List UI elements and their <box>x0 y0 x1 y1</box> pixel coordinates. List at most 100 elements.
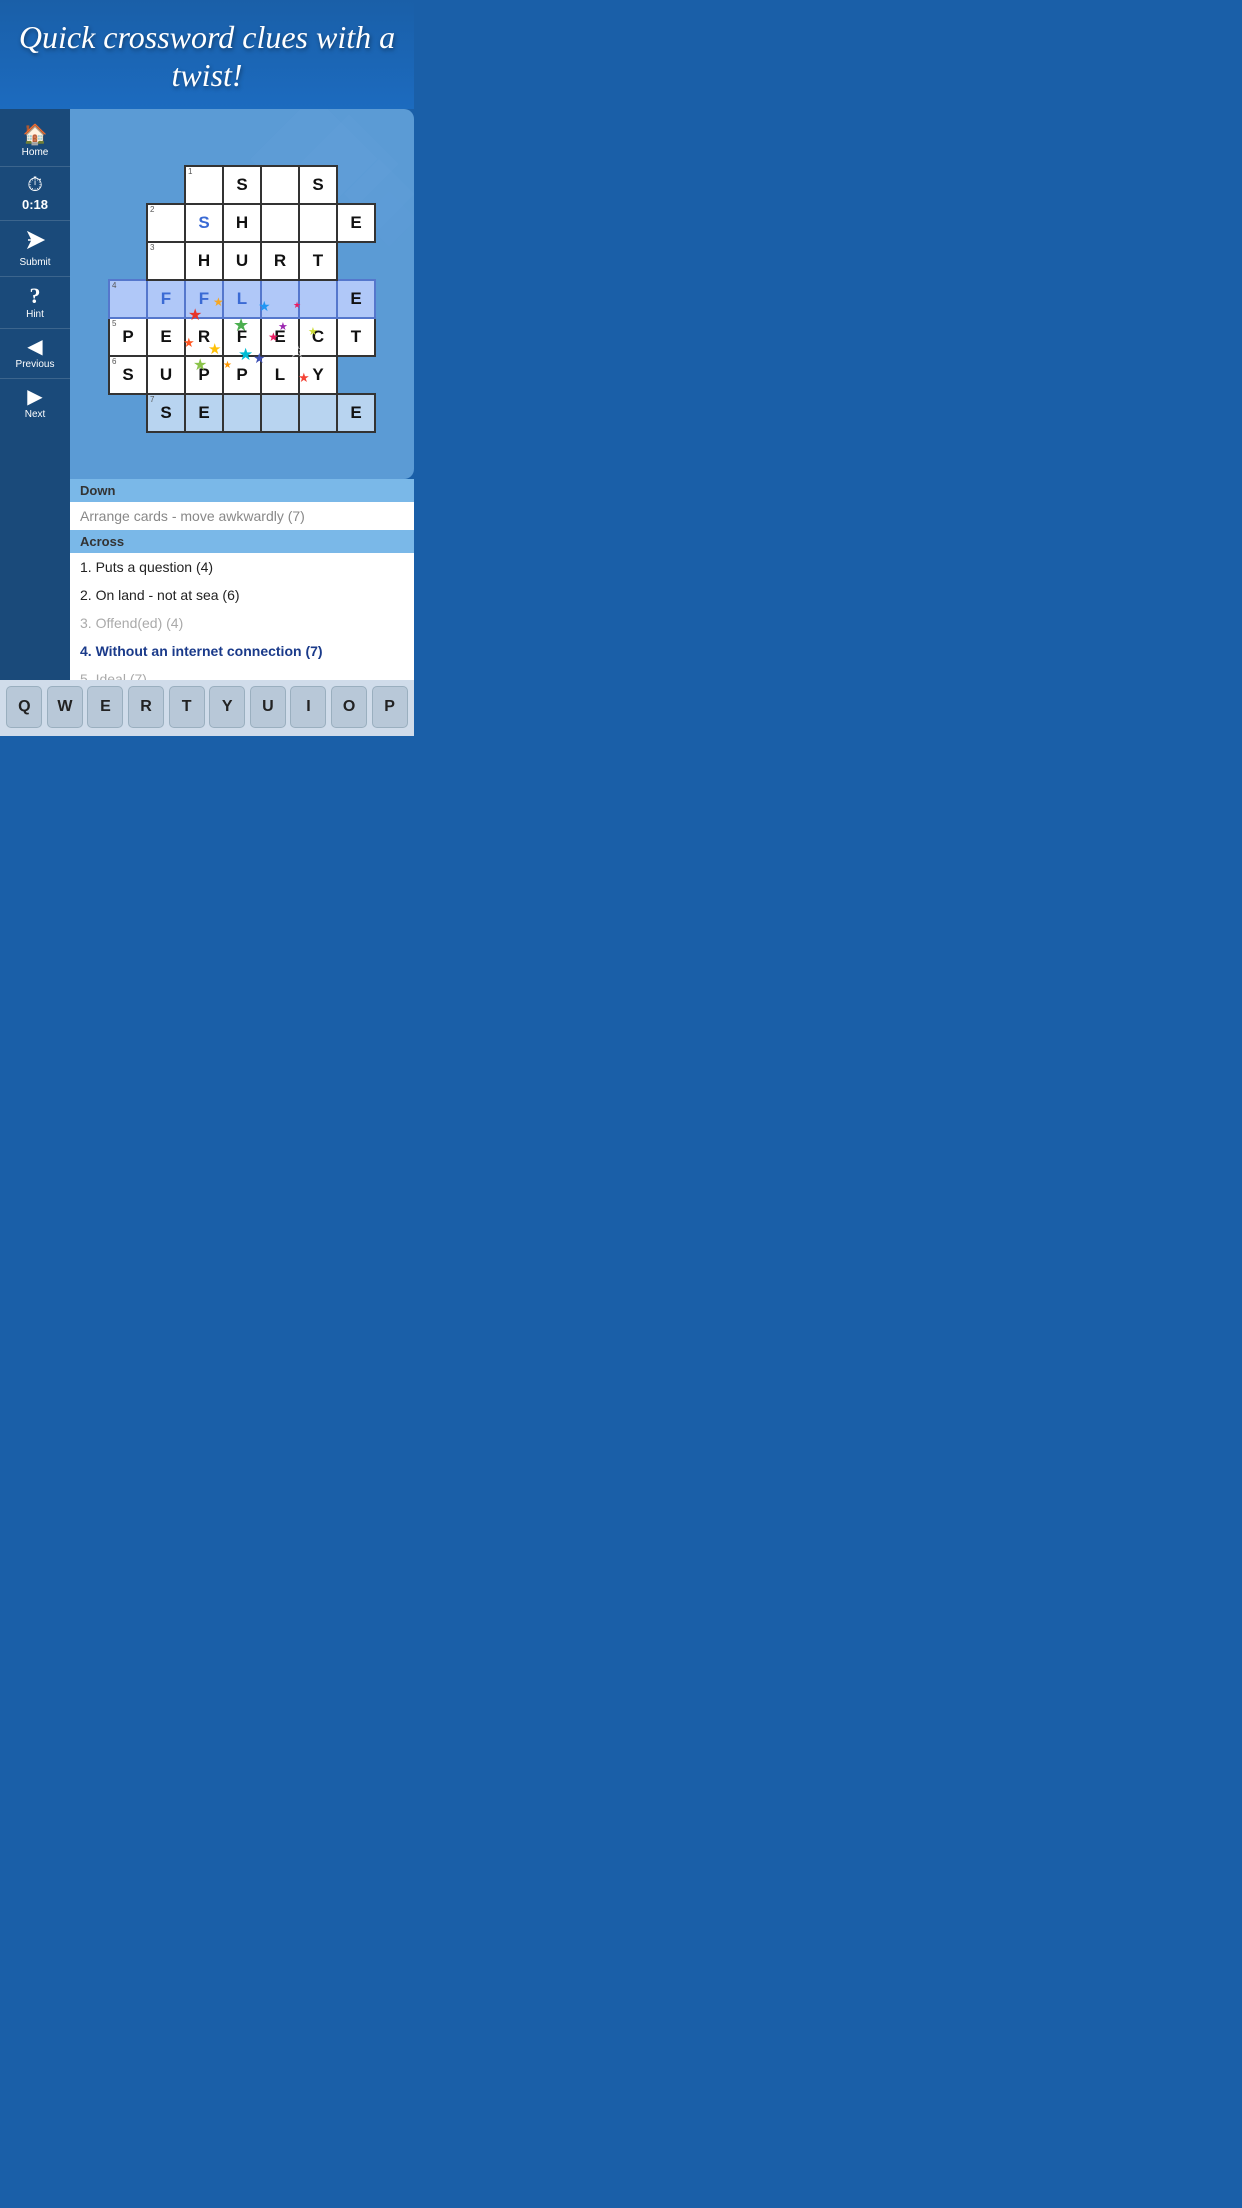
previous-label: Previous <box>16 359 55 370</box>
clue-item-4[interactable]: 4. Without an internet connection (7) <box>70 637 414 665</box>
grid-cell[interactable] <box>223 394 261 432</box>
grid-cell[interactable] <box>261 394 299 432</box>
grid-cell[interactable]: P <box>223 356 261 394</box>
key-p[interactable]: P <box>372 686 408 728</box>
grid-cell[interactable]: R <box>185 318 223 356</box>
grid-cell[interactable]: 2 <box>147 204 185 242</box>
grid-cell[interactable]: F <box>223 318 261 356</box>
grid-cell-empty <box>337 242 375 280</box>
timer-icon: ⏱ <box>27 175 43 195</box>
key-y[interactable]: Y <box>209 686 245 728</box>
grid-row-1: 1 S S <box>109 166 375 204</box>
grid-cell-empty <box>109 204 147 242</box>
crossword-grid: 1 S S <box>108 165 376 433</box>
sidebar-item-submit[interactable]: Submit <box>0 221 70 277</box>
grid-cell[interactable]: E <box>185 394 223 432</box>
sidebar-item-hint[interactable]: ? Hint <box>0 277 70 329</box>
grid-cell-highlighted[interactable]: F <box>185 280 223 318</box>
grid-cell-highlighted[interactable]: E <box>337 280 375 318</box>
hint-icon: ? <box>30 285 41 307</box>
grid-cell[interactable]: H <box>223 204 261 242</box>
key-o[interactable]: O <box>331 686 367 728</box>
grid-cell[interactable]: 5 P <box>109 318 147 356</box>
key-e[interactable]: E <box>87 686 123 728</box>
previous-icon: ◀ <box>27 337 42 357</box>
header: Quick crossword clues with a twist! <box>0 0 414 109</box>
key-t[interactable]: T <box>169 686 205 728</box>
sidebar: 🏠 Home ⏱ 0:18 Submit ? Hint <box>0 109 70 719</box>
grid-cell[interactable]: 7 S <box>147 394 185 432</box>
key-u[interactable]: U <box>250 686 286 728</box>
main-container: 🏠 Home ⏱ 0:18 Submit ? Hint <box>0 109 414 719</box>
hint-label: Hint <box>26 309 44 320</box>
grid-cell[interactable] <box>299 204 337 242</box>
clue-number-2: 2. <box>80 587 92 603</box>
down-section-header: Down <box>70 479 414 502</box>
next-icon: ▶ <box>27 387 42 407</box>
clue-item-2[interactable]: 2. On land - not at sea (6) <box>70 581 414 609</box>
timer-display: 0:18 <box>22 197 48 212</box>
grid-cell[interactable]: C <box>299 318 337 356</box>
grid-cell[interactable]: S <box>299 166 337 204</box>
grid-cell-highlighted[interactable]: 4 <box>109 280 147 318</box>
grid-cell[interactable]: T <box>299 242 337 280</box>
grid-cell-empty <box>109 394 147 432</box>
grid-row-5: 5 P E R F <box>109 318 375 356</box>
grid-cell-empty <box>337 166 375 204</box>
clue-text-1: Puts a question (4) <box>96 559 214 575</box>
grid-cell[interactable]: U <box>223 242 261 280</box>
sidebar-item-next[interactable]: ▶ Next <box>0 379 70 428</box>
submit-icon <box>24 229 46 255</box>
grid-cell-empty <box>109 242 147 280</box>
grid-cell[interactable]: L <box>261 356 299 394</box>
grid-cell-empty <box>147 166 185 204</box>
sidebar-item-home[interactable]: 🏠 Home <box>0 117 70 167</box>
grid-cell-highlighted[interactable]: F <box>147 280 185 318</box>
clue-item-3[interactable]: 3. Offend(ed) (4) <box>70 609 414 637</box>
grid-table: 1 S S <box>108 165 376 433</box>
clue-text-3: Offend(ed) (4) <box>96 615 184 631</box>
clue-number-1: 1. <box>80 559 92 575</box>
home-icon: 🏠 <box>23 125 48 145</box>
sidebar-item-timer: ⏱ 0:18 <box>0 167 70 221</box>
sidebar-item-previous[interactable]: ◀ Previous <box>0 329 70 379</box>
grid-cell[interactable]: Y <box>299 356 337 394</box>
keyboard-row: Q W E R T Y U I O P <box>0 680 414 736</box>
key-r[interactable]: R <box>128 686 164 728</box>
content-area: 1 S S <box>70 109 414 719</box>
grid-cell[interactable]: 3 <box>147 242 185 280</box>
grid-cell[interactable] <box>261 166 299 204</box>
grid-cell[interactable]: E <box>337 204 375 242</box>
clue-item-1[interactable]: 1. Puts a question (4) <box>70 553 414 581</box>
grid-cell[interactable]: 6 S <box>109 356 147 394</box>
page-title: Quick crossword clues with a twist! <box>10 18 404 95</box>
grid-cell[interactable]: R <box>261 242 299 280</box>
home-label: Home <box>22 147 49 158</box>
grid-cell[interactable]: U <box>147 356 185 394</box>
grid-cell[interactable]: E <box>337 394 375 432</box>
grid-cell-highlighted[interactable] <box>261 280 299 318</box>
clue-text-2: On land - not at sea (6) <box>96 587 240 603</box>
grid-cell[interactable]: S <box>223 166 261 204</box>
next-label: Next <box>25 409 46 420</box>
app-container: Quick crossword clues with a twist! 🏠 Ho… <box>0 0 414 736</box>
grid-cell[interactable]: S <box>185 204 223 242</box>
grid-cell[interactable]: T <box>337 318 375 356</box>
grid-cell[interactable]: 1 <box>185 166 223 204</box>
clue-number-3: 3. <box>80 615 92 631</box>
across-section-header: Across <box>70 530 414 553</box>
key-w[interactable]: W <box>47 686 83 728</box>
key-i[interactable]: I <box>290 686 326 728</box>
grid-cell[interactable]: P <box>185 356 223 394</box>
grid-cell-highlighted[interactable]: L <box>223 280 261 318</box>
grid-cell[interactable] <box>299 394 337 432</box>
grid-cell[interactable]: E <box>147 318 185 356</box>
grid-cell-highlighted[interactable] <box>299 280 337 318</box>
grid-cell[interactable]: E <box>261 318 299 356</box>
grid-cell[interactable]: H <box>185 242 223 280</box>
grid-cell[interactable] <box>261 204 299 242</box>
crossword-grid-area: 1 S S <box>70 109 414 479</box>
key-q[interactable]: Q <box>6 686 42 728</box>
clue-number-4: 4. <box>80 643 92 659</box>
grid-row-2: 2 S H <box>109 204 375 242</box>
